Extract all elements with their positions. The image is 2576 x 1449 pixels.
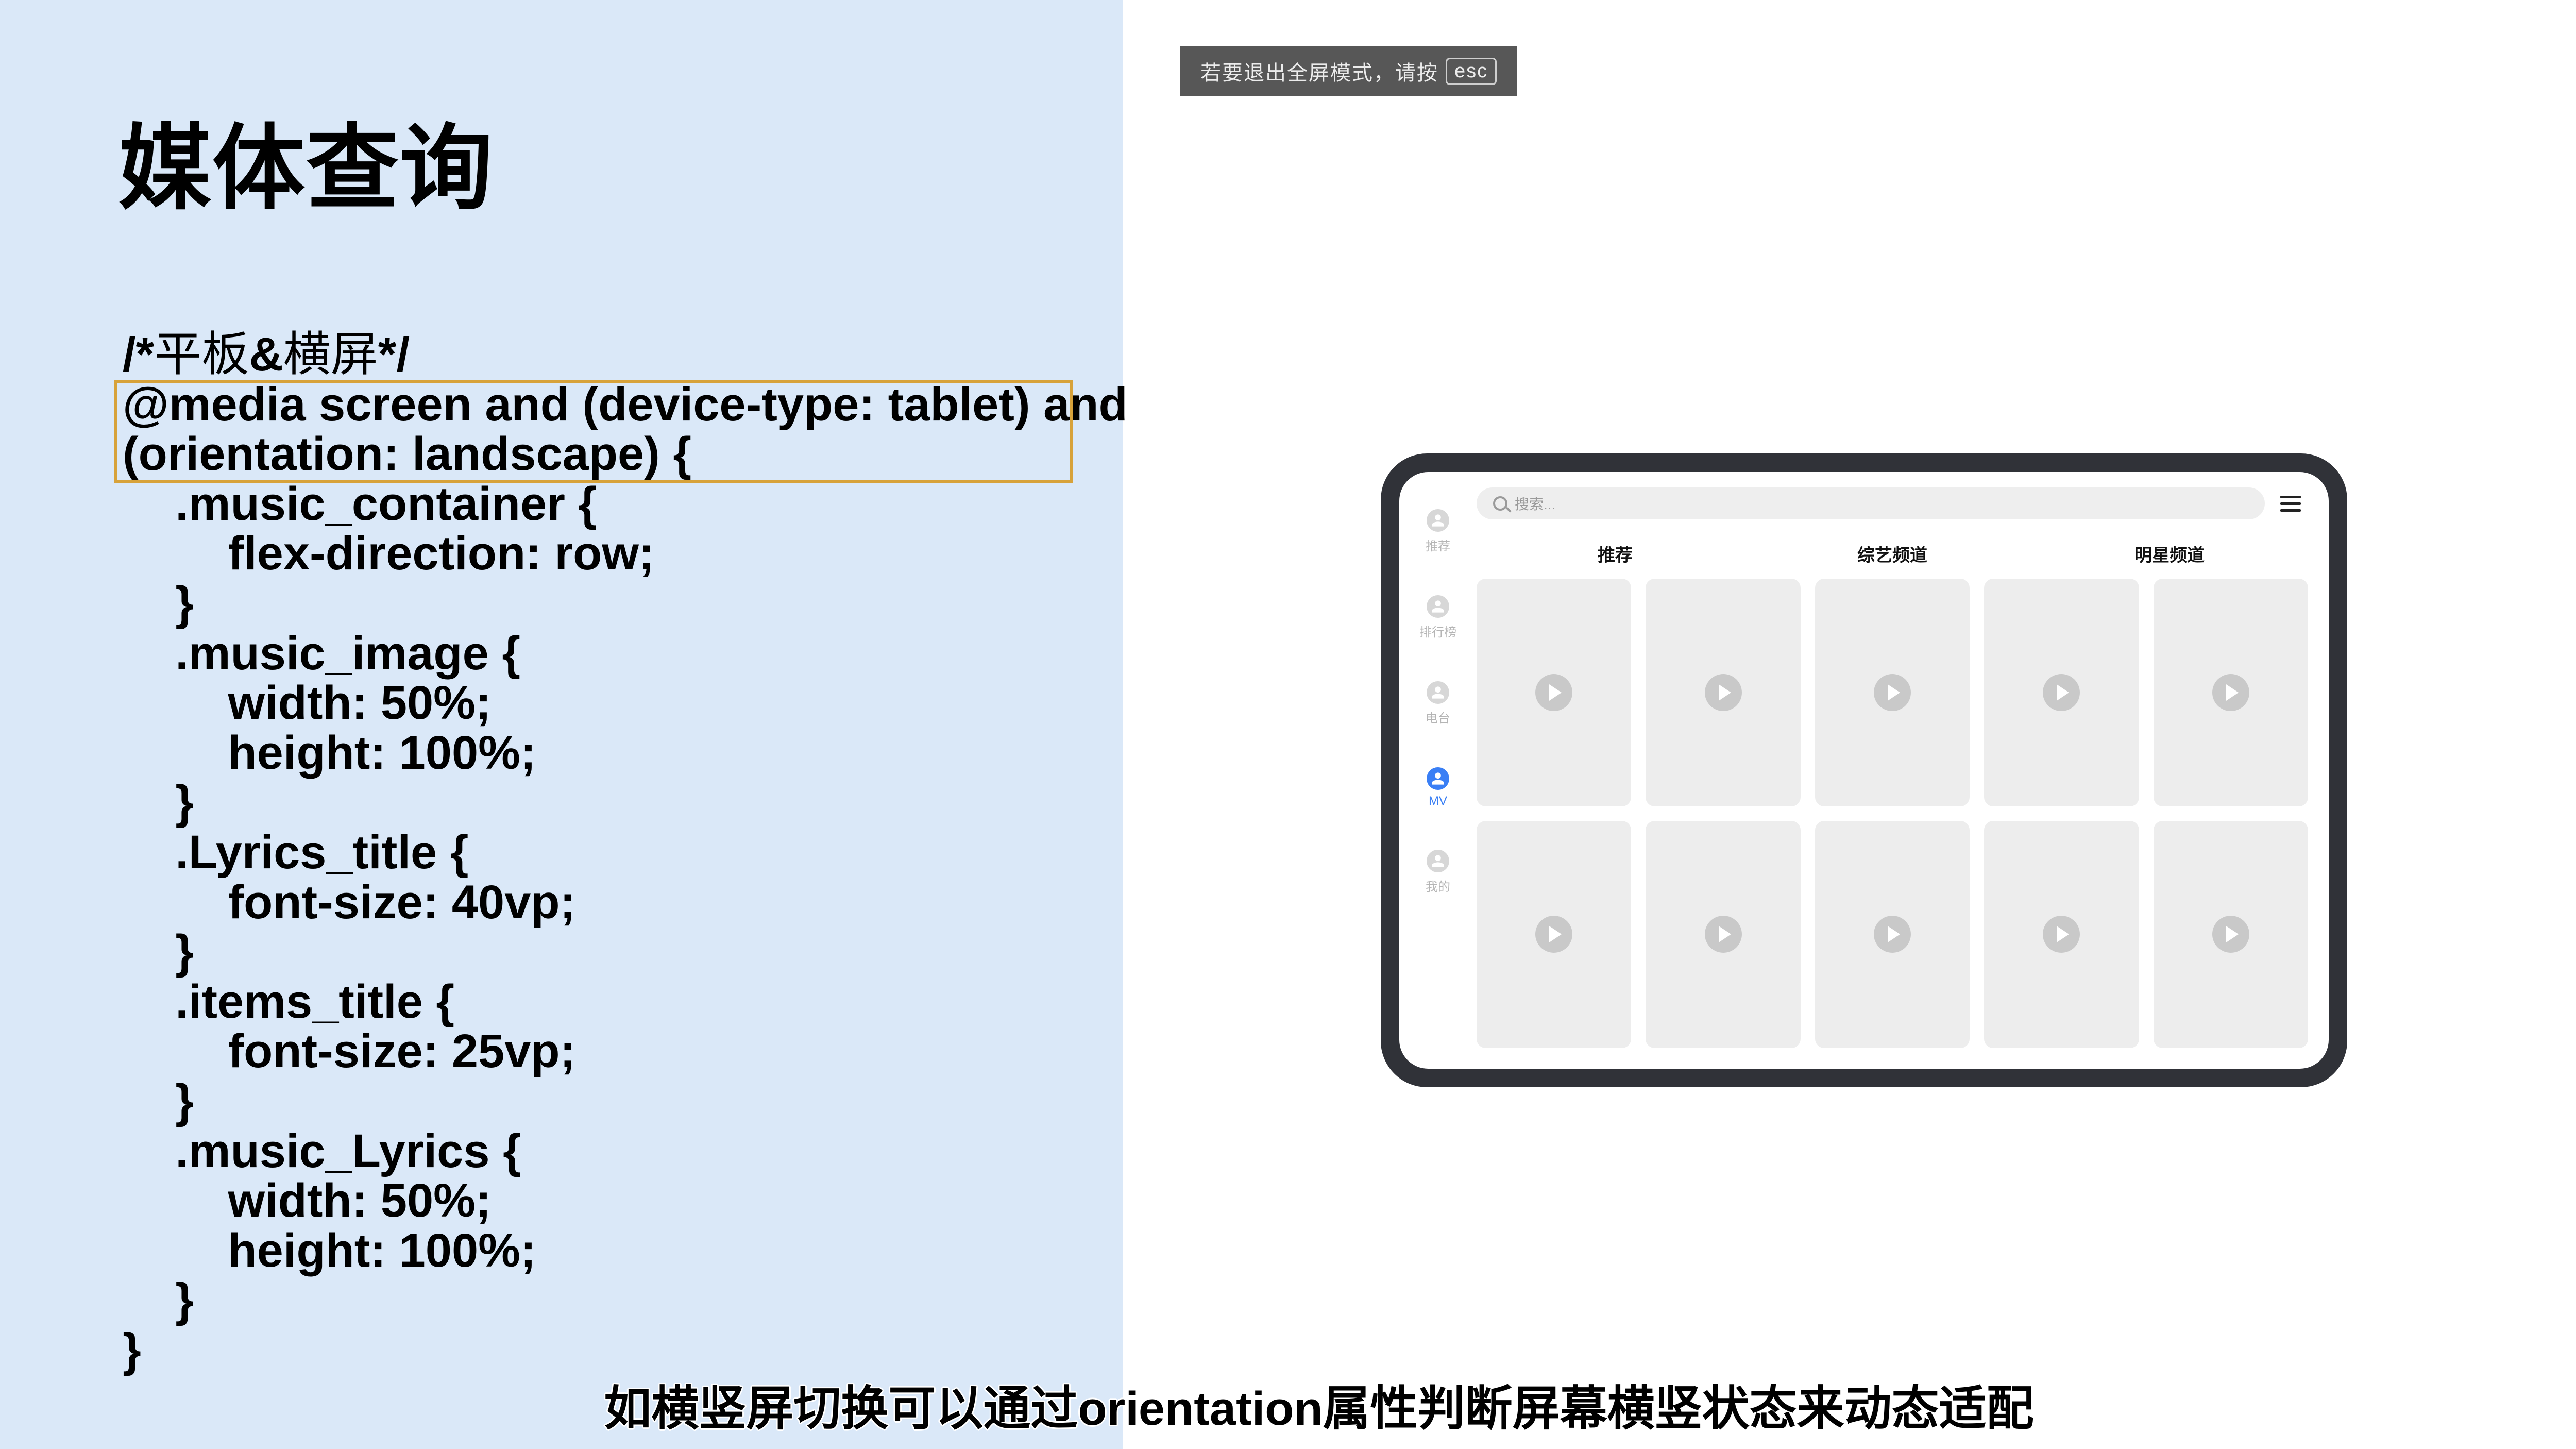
- code-line: }: [118, 778, 1132, 828]
- video-card[interactable]: [1646, 579, 1800, 806]
- code-line: flex-direction: row;: [118, 529, 1132, 579]
- sidebar-item-4[interactable]: 我的: [1426, 850, 1450, 895]
- code-line: /*平板&横屏*/: [118, 330, 1132, 380]
- code-line: @media screen and (device-type: tablet) …: [118, 380, 1132, 430]
- tablet-top-row: 搜索...: [1477, 487, 2308, 519]
- play-icon: [2043, 916, 2080, 953]
- code-line: }: [118, 579, 1132, 629]
- sidebar-item-0[interactable]: 推荐: [1426, 509, 1450, 554]
- tablet-sidebar: 推荐排行榜电台 MV 我的: [1399, 472, 1477, 1069]
- esc-keycap: esc: [1446, 58, 1497, 85]
- sidebar-item-label: 电台: [1426, 708, 1450, 726]
- slide-left-panel: 媒体查询 /*平板&横屏*/@media screen and (device-…: [0, 0, 1123, 1449]
- category-label[interactable]: 推荐: [1477, 541, 1754, 566]
- video-grid: [1477, 579, 2308, 1069]
- play-icon: [2043, 674, 2080, 711]
- search-placeholder: 搜索...: [1515, 493, 1555, 514]
- sidebar-item-label: 排行榜: [1419, 622, 1456, 640]
- tablet-frame: 推荐排行榜电台MV我的 搜索... 推荐综艺频道明星频道: [1381, 453, 2347, 1087]
- search-input[interactable]: 搜索...: [1477, 487, 2265, 519]
- video-card[interactable]: [1477, 821, 1631, 1049]
- code-line: }: [118, 1325, 1132, 1375]
- code-block: /*平板&横屏*/@media screen and (device-type:…: [118, 330, 1132, 1375]
- code-line: .music_container {: [118, 479, 1132, 529]
- sidebar-item-3[interactable]: MV: [1427, 767, 1449, 808]
- sidebar-item-2[interactable]: 电台: [1426, 681, 1450, 726]
- play-icon: [1874, 916, 1911, 953]
- category-row: 推荐综艺频道明星频道: [1477, 541, 2308, 566]
- toast-text: 若要退出全屏模式，请按: [1200, 56, 1438, 86]
- video-card[interactable]: [1477, 579, 1631, 806]
- tablet-screen: 推荐排行榜电台MV我的 搜索... 推荐综艺频道明星频道: [1399, 472, 2329, 1069]
- code-line: .items_title {: [118, 977, 1132, 1027]
- person-icon: [1427, 509, 1449, 532]
- play-icon: [1705, 916, 1742, 953]
- search-icon: [1493, 496, 1507, 511]
- subtitle-caption: 如横竖屏切换可以通过orientation属性判断屏幕横竖状态来动态适配: [604, 1370, 2033, 1439]
- code-line: (orientation: landscape) {: [118, 429, 1132, 479]
- code-line: }: [118, 927, 1132, 977]
- tablet-main-area: 搜索... 推荐综艺频道明星频道: [1477, 472, 2329, 1069]
- code-line: height: 100%;: [118, 728, 1132, 778]
- category-label[interactable]: 综艺频道: [1754, 541, 2031, 566]
- code-line: .music_image {: [118, 629, 1132, 679]
- play-icon: [1535, 674, 1572, 711]
- category-label[interactable]: 明星频道: [2031, 541, 2308, 566]
- play-icon: [1705, 674, 1742, 711]
- exit-fullscreen-toast: 若要退出全屏模式，请按 esc: [1180, 46, 1517, 96]
- video-card[interactable]: [2154, 579, 2308, 806]
- hamburger-menu-icon[interactable]: [2280, 496, 2301, 512]
- person-icon: [1427, 767, 1449, 790]
- play-icon: [2212, 674, 2249, 711]
- code-line: font-size: 40vp;: [118, 878, 1132, 928]
- sidebar-item-1[interactable]: 排行榜: [1419, 595, 1456, 640]
- video-card[interactable]: [1815, 821, 1970, 1049]
- code-line: font-size: 25vp;: [118, 1026, 1132, 1076]
- person-icon: [1427, 681, 1449, 704]
- person-icon: [1427, 850, 1449, 872]
- code-line: }: [118, 1076, 1132, 1126]
- video-card[interactable]: [1646, 821, 1800, 1049]
- sidebar-item-label: 推荐: [1426, 536, 1450, 554]
- code-line: }: [118, 1275, 1132, 1325]
- code-line: .music_Lyrics {: [118, 1126, 1132, 1176]
- play-icon: [1874, 674, 1911, 711]
- video-card[interactable]: [1984, 821, 2139, 1049]
- person-icon: [1427, 595, 1449, 618]
- code-line: height: 100%;: [118, 1226, 1132, 1276]
- play-icon: [2212, 916, 2249, 953]
- code-line: width: 50%;: [118, 1176, 1132, 1226]
- sidebar-item-label: 我的: [1426, 877, 1450, 895]
- play-icon: [1535, 916, 1572, 953]
- slide-title: 媒体查询: [118, 93, 494, 227]
- video-card[interactable]: [2154, 821, 2308, 1049]
- sidebar-item-label: MV: [1429, 794, 1447, 808]
- code-line: width: 50%;: [118, 678, 1132, 728]
- video-card[interactable]: [1815, 579, 1970, 806]
- code-line: .Lyrics_title {: [118, 828, 1132, 878]
- video-card[interactable]: [1984, 579, 2139, 806]
